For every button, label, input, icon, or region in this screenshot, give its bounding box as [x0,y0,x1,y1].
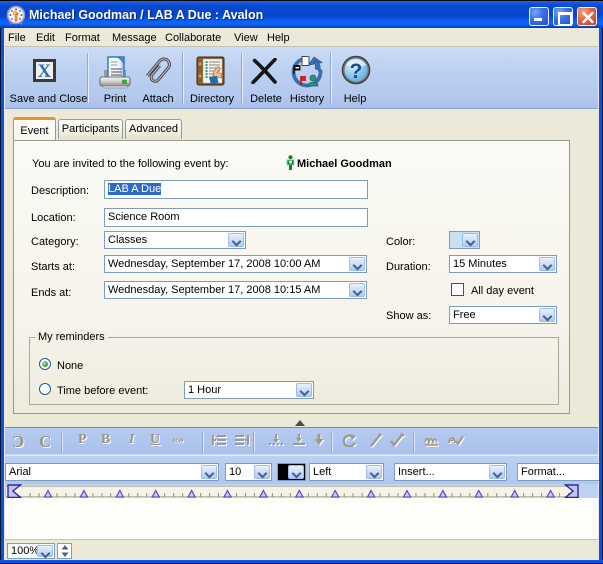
svg-text:X: X [38,62,52,79]
svg-text:?: ? [350,60,363,83]
